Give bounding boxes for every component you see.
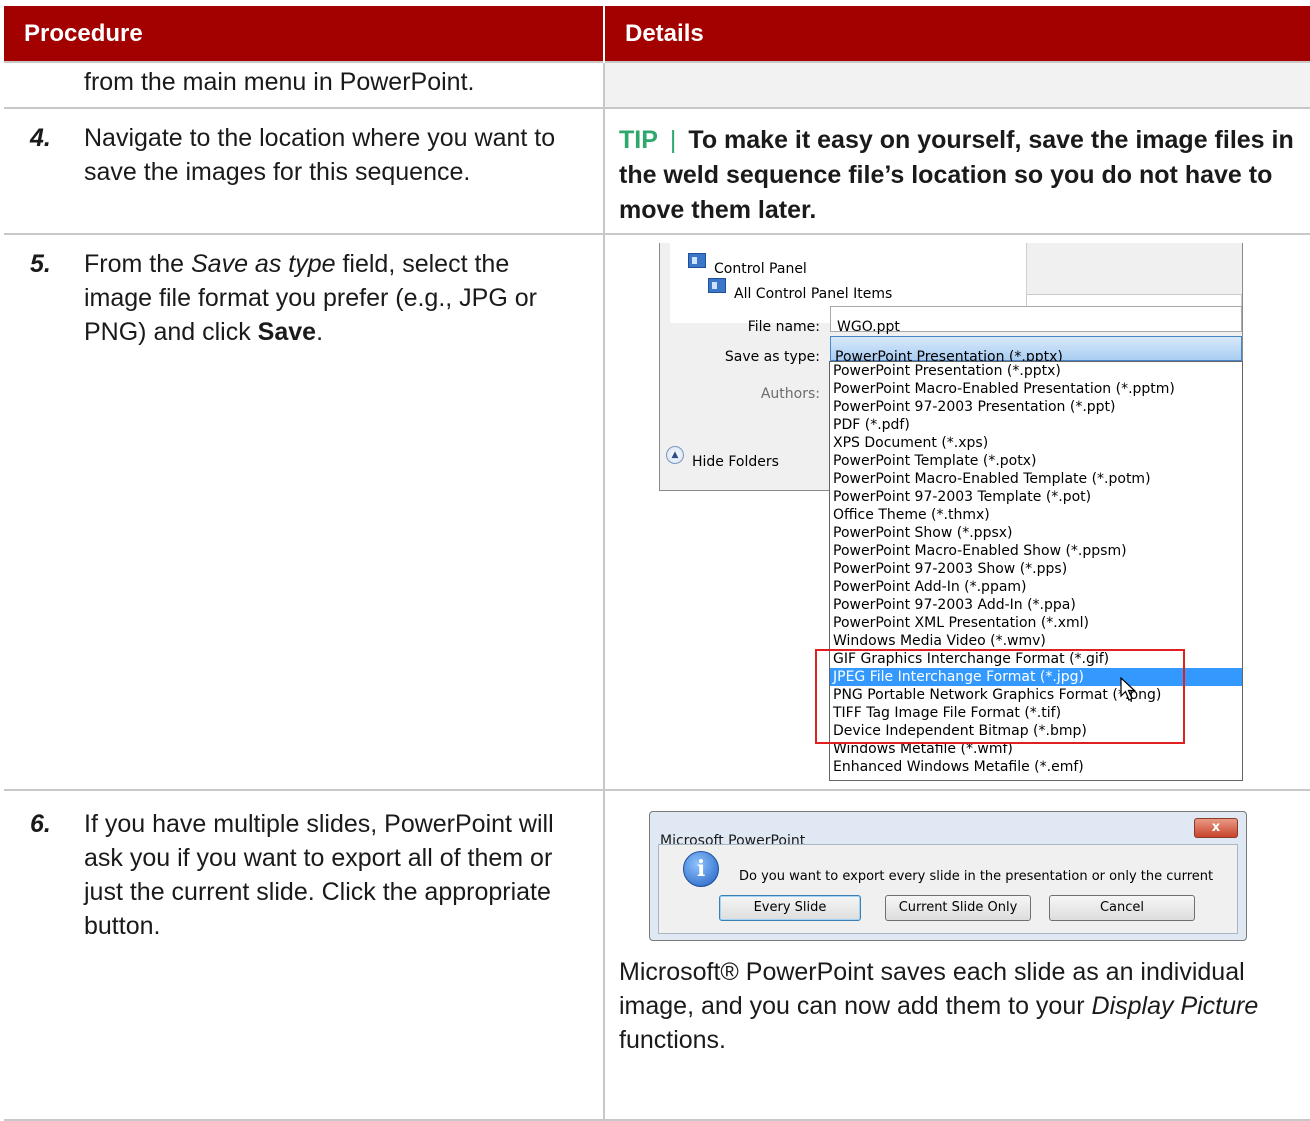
- dropdown-option[interactable]: XPS Document (*.xps): [830, 434, 1242, 452]
- step-4: 4. Navigate to the location where you wa…: [4, 109, 603, 189]
- table-row-step-4: 4. Navigate to the location where you wa…: [4, 107, 1310, 235]
- dropdown-option[interactable]: PowerPoint Template (*.potx): [830, 452, 1242, 470]
- dropdown-option[interactable]: PowerPoint Macro-Enabled Template (*.pot…: [830, 470, 1242, 488]
- file-name-label: File name:: [747, 319, 820, 335]
- details-cell: Microsoft PowerPoint x i Do you want to …: [603, 789, 1310, 1121]
- step-6: 6. If you have multiple slides, PowerPoi…: [4, 791, 603, 943]
- authors-label: Authors:: [760, 386, 820, 402]
- procedure-cell: 6. If you have multiple slides, PowerPoi…: [4, 789, 605, 1121]
- chevron-up-icon: ▲: [666, 446, 684, 464]
- dropdown-option[interactable]: PowerPoint 97-2003 Presentation (*.ppt): [830, 398, 1242, 416]
- nav-item-all-control-panel-items[interactable]: All Control Panel Items: [708, 277, 892, 302]
- result-text-end: functions.: [619, 1026, 727, 1054]
- save-as-type-label: Save as type:: [724, 349, 820, 365]
- close-icon[interactable]: x: [1194, 818, 1238, 838]
- dropdown-option[interactable]: Enhanced Windows Metafile (*.emf): [830, 758, 1242, 776]
- cancel-button[interactable]: Cancel: [1049, 895, 1195, 921]
- continuation-text: from the main menu in PowerPoint.: [84, 68, 475, 96]
- step-5: 5. From the Save as type field, select t…: [4, 235, 603, 349]
- table-header-row: Procedure Details: [4, 6, 1310, 62]
- step-text-end: .: [316, 318, 324, 346]
- tip-label: TIP: [619, 126, 658, 154]
- powerpoint-export-prompt: Microsoft PowerPoint x i Do you want to …: [649, 811, 1247, 941]
- dropdown-option[interactable]: PowerPoint 97-2003 Add-In (*.ppa): [830, 596, 1242, 614]
- procedure-cell: from the main menu in PowerPoint.: [4, 61, 605, 109]
- save-as-screenshot: Control Panel All Control Panel Items ▼ …: [659, 243, 1243, 781]
- details-cell: [603, 61, 1310, 109]
- dropdown-option[interactable]: PowerPoint Presentation (*.pptx): [830, 362, 1242, 380]
- save-as-type-select[interactable]: PowerPoint Presentation (*.pptx): [830, 336, 1242, 365]
- step-text: Navigate to the location where you want …: [84, 124, 556, 186]
- header-procedure: Procedure: [4, 6, 605, 62]
- procedure-table: Procedure Details from the main menu in …: [4, 6, 1310, 1121]
- mouse-cursor-icon: [1120, 677, 1137, 701]
- dropdown-option[interactable]: PowerPoint Add-In (*.ppam): [830, 578, 1242, 596]
- nav-item-label: All Control Panel Items: [734, 286, 893, 302]
- dropdown-option[interactable]: PowerPoint Show (*.ppsx): [830, 524, 1242, 542]
- nav-item-label: Control Panel: [714, 261, 807, 277]
- control-panel-icon: [708, 278, 726, 293]
- result-text-italic: Display Picture: [1091, 992, 1259, 1020]
- procedure-cell: 4. Navigate to the location where you wa…: [4, 107, 605, 235]
- info-icon: i: [683, 851, 719, 887]
- file-name-input[interactable]: WGO.ppt: [830, 306, 1242, 335]
- step-text-pre: From the: [84, 250, 185, 278]
- details-cell: TIP | To make it easy on yourself, save th…: [603, 107, 1310, 235]
- step-number: 6.: [30, 810, 51, 838]
- nav-item-control-panel[interactable]: Control Panel: [688, 252, 807, 277]
- current-slide-only-button[interactable]: Current Slide Only: [885, 895, 1031, 921]
- dropdown-option[interactable]: PowerPoint XML Presentation (*.xml): [830, 614, 1242, 632]
- dropdown-option[interactable]: PowerPoint Macro-Enabled Presentation (*…: [830, 380, 1242, 398]
- hide-folders-button[interactable]: ▲ Hide Folders: [666, 445, 779, 479]
- document-page: Procedure Details from the main menu in …: [0, 0, 1310, 1121]
- table-row-continuation: from the main menu in PowerPoint.: [4, 61, 1310, 109]
- dropdown-option[interactable]: Office Theme (*.thmx): [830, 506, 1242, 524]
- header-details: Details: [604, 6, 1310, 62]
- step-number: 5.: [30, 250, 51, 278]
- details-cell: Control Panel All Control Panel Items ▼ …: [603, 233, 1310, 791]
- table-row-step-6: 6. If you have multiple slides, PowerPoi…: [4, 789, 1310, 1121]
- hide-folders-label: Hide Folders: [692, 454, 779, 470]
- dropdown-option[interactable]: Windows Media Video (*.wmv): [830, 632, 1242, 650]
- step-text-bold: Save: [257, 318, 317, 346]
- result-paragraph: Microsoft® PowerPoint saves each slide a…: [605, 941, 1310, 1057]
- step-number: 4.: [30, 124, 51, 152]
- control-panel-icon: [688, 253, 706, 268]
- dropdown-option[interactable]: PDF (*.pdf): [830, 416, 1242, 434]
- every-slide-button[interactable]: Every Slide: [719, 895, 861, 921]
- step-text: If you have multiple slides, PowerPoint …: [84, 810, 554, 940]
- dropdown-option[interactable]: PowerPoint Macro-Enabled Show (*.ppsm): [830, 542, 1242, 560]
- tip-text: To make it easy on yourself, save the im…: [619, 126, 1294, 224]
- table-row-step-5: 5. From the Save as type field, select t…: [4, 233, 1310, 791]
- tip-separator: |: [669, 126, 677, 154]
- step-text-italic: Save as type: [190, 250, 336, 278]
- dropdown-option[interactable]: PowerPoint 97-2003 Show (*.pps): [830, 560, 1242, 578]
- dropdown-option[interactable]: PowerPoint 97-2003 Template (*.pot): [830, 488, 1242, 506]
- dialog-body: i Do you want to export every slide in t…: [658, 844, 1238, 934]
- tip-callout: TIP | To make it easy on yourself, save th…: [605, 109, 1310, 228]
- procedure-cell: 5. From the Save as type field, select t…: [4, 233, 605, 791]
